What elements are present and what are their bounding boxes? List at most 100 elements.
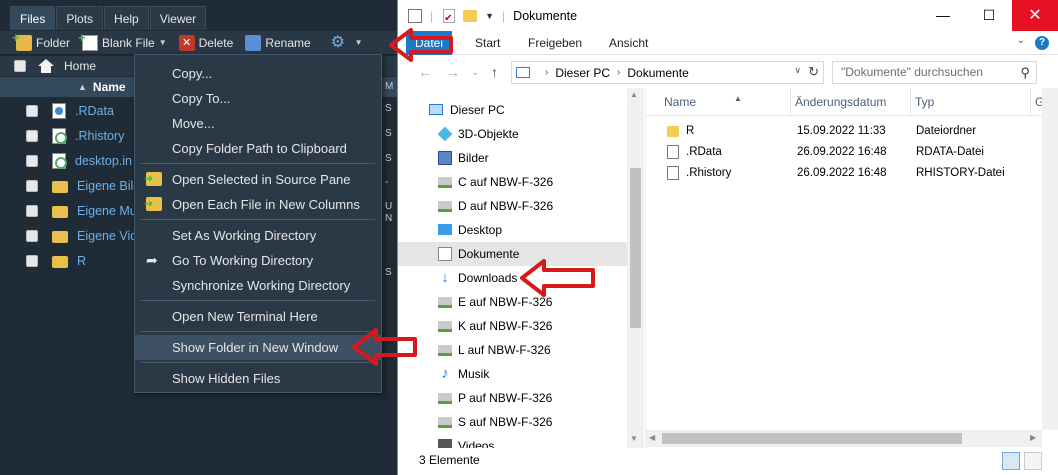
file-row[interactable]: .RData 26.09.2022 16:48 RDATA-Datei <box>646 142 1058 163</box>
menu-item-open-new-terminal[interactable]: Open New Terminal Here <box>135 304 381 329</box>
rename-button[interactable]: Rename <box>245 34 311 51</box>
row-checkbox[interactable] <box>26 179 38 192</box>
help-icon[interactable]: ? <box>1035 36 1049 50</box>
menu-item-go-to-working-directory[interactable]: ➦ Go To Working Directory <box>135 248 381 273</box>
address-bar[interactable]: › Dieser PC › Dokumente ∨ ↻ <box>511 61 824 84</box>
nav-item[interactable]: S auf NBW-F-326 <box>398 410 628 434</box>
menu-item-copy-folder-path[interactable]: Copy Folder Path to Clipboard <box>135 136 381 161</box>
nav-item[interactable]: Bilder <box>398 146 628 170</box>
menu-item-move[interactable]: Move... <box>135 111 381 136</box>
scroll-up-icon[interactable]: ▲ <box>630 90 638 99</box>
tab-plots[interactable]: Plots <box>56 6 104 30</box>
file-name[interactable]: .RData <box>75 104 114 118</box>
more-gear-button[interactable]: ⚙ ▼ <box>331 34 363 51</box>
file-name[interactable]: Eigene Bild <box>77 179 140 193</box>
column-name-header[interactable]: Name <box>93 80 126 94</box>
nav-item[interactable]: D auf NBW-F-326 <box>398 194 628 218</box>
horizontal-scrollbar[interactable]: ◀ ▶ <box>645 430 1042 447</box>
file-type: RDATA-Datei <box>916 146 984 158</box>
file-name[interactable]: desktop.in <box>75 154 132 168</box>
row-checkbox[interactable] <box>26 129 38 142</box>
blank-file-button[interactable]: Blank File ▼ <box>78 30 167 51</box>
menu-item-open-each-file[interactable]: Open Each File in New Columns <box>135 192 381 217</box>
select-all-checkbox[interactable] <box>14 60 26 72</box>
up-icon[interactable]: ↑ <box>491 64 498 80</box>
delete-button[interactable]: ✕ Delete <box>178 34 234 51</box>
row-checkbox[interactable] <box>26 254 38 267</box>
breadcrumb-home[interactable]: Home <box>64 59 96 73</box>
search-input[interactable]: "Dokumente" durchsuchen ⚲ <box>832 61 1037 84</box>
menu-item-show-folder-in-new-window[interactable]: Show Folder in New Window <box>135 335 381 360</box>
nav-label: S auf NBW-F-326 <box>458 415 553 429</box>
nav-item[interactable]: Desktop <box>398 218 628 242</box>
ribbon-expand-icon[interactable]: ⌄ <box>1017 35 1025 46</box>
column-header-name[interactable]: ▲ Name <box>660 88 791 116</box>
row-checkbox[interactable] <box>26 229 38 242</box>
address-segment-folder[interactable]: Dokumente <box>627 66 688 80</box>
file-row[interactable]: .Rhistory 26.09.2022 16:48 RHISTORY-Date… <box>646 163 1058 184</box>
nav-item[interactable]: 3D-Objekte <box>398 122 628 146</box>
file-name[interactable]: Eigene Mu <box>77 204 137 218</box>
refresh-icon[interactable]: ↻ <box>808 64 819 80</box>
chevron-down-icon[interactable]: ▼ <box>485 11 494 21</box>
details-view-icon[interactable] <box>1002 452 1020 470</box>
tab-viewer[interactable]: Viewer <box>149 6 207 30</box>
close-button[interactable]: ✕ <box>1012 0 1058 31</box>
row-checkbox[interactable] <box>26 154 38 167</box>
maximize-button[interactable]: ☐ <box>966 0 1012 31</box>
scrollbar-thumb[interactable] <box>662 433 962 444</box>
files-toolbar: Folder Blank File ▼ ✕ Delete Rename ⚙ ▼ <box>0 30 400 55</box>
properties-icon[interactable] <box>408 8 422 23</box>
scroll-right-icon[interactable]: ▶ <box>1030 433 1036 442</box>
file-list-scrollbar[interactable] <box>1042 88 1058 430</box>
file-name[interactable]: R <box>77 254 86 268</box>
back-icon[interactable]: ← <box>418 64 432 80</box>
nav-scrollbar[interactable]: ▲ ▼ <box>627 88 644 448</box>
new-folder-button[interactable]: Folder <box>12 30 71 51</box>
chevron-right-icon[interactable]: › <box>617 67 620 78</box>
nav-item[interactable]: K auf NBW-F-326 <box>398 314 628 338</box>
delete-label: Delete <box>198 35 234 50</box>
ribbon-tab-start[interactable]: Start <box>475 31 500 55</box>
address-segment-root[interactable]: Dieser PC <box>555 66 610 80</box>
menu-item-synchronize-working-directory[interactable]: Synchronize Working Directory <box>135 273 381 298</box>
scrollbar-thumb[interactable] <box>630 168 641 328</box>
menu-item-copy-to[interactable]: Copy To... <box>135 86 381 111</box>
menu-item-open-selected[interactable]: Open Selected in Source Pane <box>135 167 381 192</box>
nav-item[interactable]: P auf NBW-F-326 <box>398 386 628 410</box>
nav-item[interactable]: Dieser PC <box>398 98 628 122</box>
large-icons-view-icon[interactable] <box>1024 452 1042 470</box>
row-checkbox[interactable] <box>26 104 38 117</box>
nav-item[interactable]: C auf NBW-F-326 <box>398 170 628 194</box>
nav-label: D auf NBW-F-326 <box>458 199 554 213</box>
chevron-down-icon[interactable]: ∨ <box>794 65 801 76</box>
file-name[interactable]: .Rhistory <box>75 129 124 143</box>
column-header-type[interactable]: Typ <box>911 88 1031 116</box>
minimize-button[interactable]: — <box>920 0 966 31</box>
file-name[interactable]: Eigene Vid <box>77 229 137 243</box>
row-checkbox[interactable] <box>26 204 38 217</box>
menu-divider <box>141 163 375 164</box>
ribbon-tab-share[interactable]: Freigeben <box>528 31 582 55</box>
chevron-right-icon[interactable]: › <box>545 67 548 78</box>
scroll-left-icon[interactable]: ◀ <box>649 433 655 442</box>
column-header-date[interactable]: Änderungsdatum <box>791 88 911 116</box>
file-row[interactable]: R 15.09.2022 11:33 Dateiordner <box>646 121 1058 142</box>
nav-item[interactable]: L auf NBW-F-326 <box>398 338 628 362</box>
new-folder-icon[interactable] <box>463 9 478 22</box>
recent-dropdown-icon[interactable]: ⌄ <box>471 67 479 78</box>
titlebar-divider: | <box>430 8 434 23</box>
nav-item[interactable]: ♪ Musik <box>398 362 628 386</box>
scroll-down-icon[interactable]: ▼ <box>630 434 638 443</box>
menu-item-copy[interactable]: Copy... <box>135 61 381 86</box>
nav-item[interactable]: Videos <box>398 434 628 448</box>
forward-icon[interactable]: → <box>446 64 460 80</box>
tab-help[interactable]: Help <box>104 6 149 30</box>
new-folder-label: Folder <box>36 35 71 50</box>
menu-item-show-hidden-files[interactable]: Show Hidden Files <box>135 366 381 391</box>
tab-files[interactable]: Files <box>10 6 56 30</box>
ribbon-tab-view[interactable]: Ansicht <box>609 31 648 55</box>
home-icon[interactable] <box>38 59 54 73</box>
menu-item-set-working-directory[interactable]: Set As Working Directory <box>135 223 381 248</box>
checkmark-icon[interactable] <box>443 8 456 23</box>
